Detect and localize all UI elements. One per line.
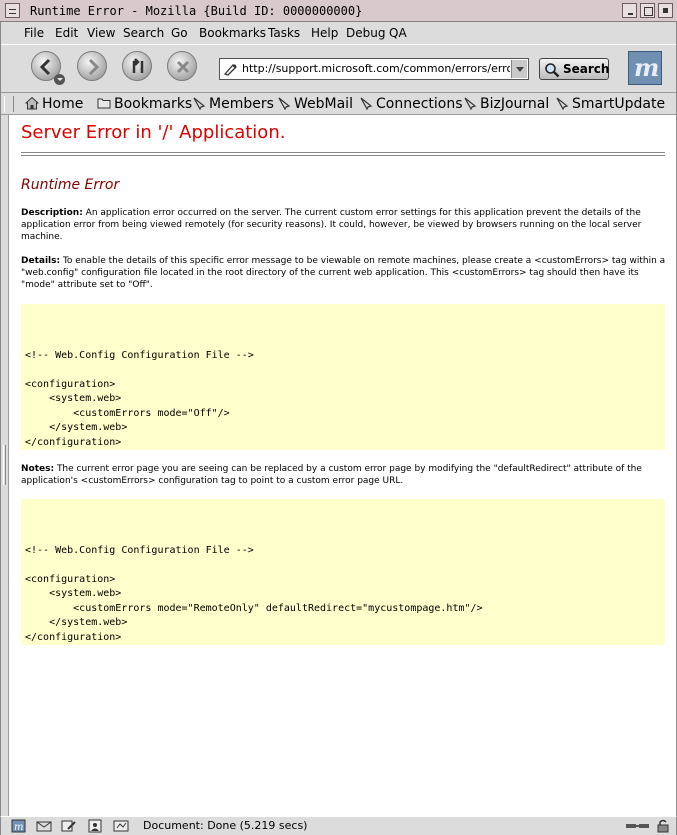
page-title: Server Error in '/' Application. xyxy=(21,122,286,143)
back-history-dropdown[interactable] xyxy=(54,74,65,85)
close-window-button[interactable] xyxy=(658,3,673,18)
toolbar-bizjournal-label: BizJournal xyxy=(480,96,550,112)
details-paragraph: Details: To enable the details of this s… xyxy=(21,255,667,291)
svg-text:m: m xyxy=(14,822,23,833)
toolbar-members-button[interactable]: Members xyxy=(192,95,274,113)
error-subtitle: Runtime Error xyxy=(21,177,120,193)
page-proxy-icon[interactable] xyxy=(223,62,239,76)
forward-arrow-icon xyxy=(88,58,100,76)
menu-bar: File Edit View Search Go Bookmarks Tasks… xyxy=(1,22,676,44)
toolbar-bizjournal-button[interactable]: BizJournal xyxy=(463,95,549,113)
window-menu-button[interactable] xyxy=(5,3,20,18)
window-title-bar: Runtime Error - Mozilla {Build ID: 00000… xyxy=(0,0,677,22)
notes-text: The current error page you are seeing ca… xyxy=(21,464,642,486)
menu-file[interactable]: File xyxy=(24,25,44,41)
mozilla-small-icon[interactable]: m xyxy=(11,819,27,833)
forward-button[interactable] xyxy=(77,51,107,81)
notes-paragraph: Notes: The current error page you are se… xyxy=(21,463,667,487)
online-status-icon[interactable] xyxy=(625,821,651,831)
bookmark-link-icon xyxy=(193,97,206,110)
window-title: Runtime Error - Mozilla {Build ID: 00000… xyxy=(30,4,363,18)
title-divider xyxy=(21,152,665,156)
description-label: Description: xyxy=(21,208,83,218)
security-lock-icon[interactable] xyxy=(656,819,670,833)
personal-toolbar: Home Bookmarks Members WebMail Connectio… xyxy=(1,92,676,115)
mail-icon[interactable] xyxy=(36,819,52,833)
details-text: To enable the details of this specific e… xyxy=(21,256,666,290)
description-text: An application error occurred on the ser… xyxy=(21,208,642,242)
toolbar-home-label: Home xyxy=(42,96,84,112)
bookmark-link-icon xyxy=(360,97,373,110)
toolbar-connections-button[interactable]: Connections xyxy=(359,95,463,113)
url-history-dropdown[interactable] xyxy=(511,60,527,78)
browser-chrome: File Edit View Search Go Bookmarks Tasks… xyxy=(0,22,677,115)
menu-edit[interactable]: Edit xyxy=(55,25,78,41)
url-bar[interactable] xyxy=(219,58,529,80)
url-input[interactable] xyxy=(242,61,510,77)
toolbar-smartupdate-label: SmartUpdate xyxy=(572,96,666,112)
home-icon xyxy=(25,96,39,110)
search-button[interactable]: Search xyxy=(539,58,609,80)
chat-icon[interactable] xyxy=(113,819,129,833)
composer-icon[interactable] xyxy=(61,819,77,833)
toolbar-connections-label: Connections xyxy=(376,96,463,112)
stop-icon xyxy=(176,60,190,74)
menu-bookmarks[interactable]: Bookmarks xyxy=(199,25,266,41)
notes-label: Notes: xyxy=(21,464,55,474)
toolbar-bookmarks-label: Bookmarks xyxy=(114,96,193,112)
toolbar-grippy[interactable] xyxy=(4,96,14,112)
minimize-button[interactable] xyxy=(622,3,637,18)
navigation-toolbar: Search m xyxy=(1,44,676,92)
reload-button[interactable] xyxy=(122,51,152,81)
mozilla-logo[interactable]: m xyxy=(628,51,662,85)
toolbar-members-label: Members xyxy=(209,96,274,112)
status-bar: m Document: Done (5.219 secs) xyxy=(0,816,677,835)
bookmark-link-icon xyxy=(278,97,291,110)
bookmark-link-icon xyxy=(464,97,477,110)
status-text: Document: Done (5.219 secs) xyxy=(143,819,308,832)
menu-debug[interactable]: Debug xyxy=(346,25,385,41)
details-label: Details: xyxy=(21,256,61,266)
menu-view[interactable]: View xyxy=(87,25,115,41)
config-code-block-off: <!-- Web.Config Configuration File --> <… xyxy=(21,304,665,450)
address-book-icon[interactable] xyxy=(87,819,103,833)
toolbar-home-button[interactable]: Home xyxy=(25,95,83,113)
search-icon xyxy=(545,63,560,78)
menu-tasks[interactable]: Tasks xyxy=(268,25,300,41)
description-paragraph: Description: An application error occurr… xyxy=(21,207,667,243)
toolbar-bookmarks-button[interactable]: Bookmarks xyxy=(97,95,192,113)
back-button[interactable] xyxy=(31,51,65,85)
bookmark-link-icon xyxy=(556,97,569,110)
toolbar-webmail-button[interactable]: WebMail xyxy=(277,95,353,113)
folder-icon xyxy=(97,98,111,109)
menu-search[interactable]: Search xyxy=(123,25,164,41)
toolbar-webmail-label: WebMail xyxy=(294,96,353,112)
menu-qa[interactable]: QA xyxy=(389,25,407,41)
menu-go[interactable]: Go xyxy=(171,25,188,41)
sidebar-handle[interactable] xyxy=(0,115,8,816)
maximize-button[interactable] xyxy=(640,3,655,18)
page-content: Server Error in '/' Application. Runtime… xyxy=(8,115,676,816)
toolbar-smartupdate-button[interactable]: SmartUpdate xyxy=(555,95,665,113)
back-arrow-icon xyxy=(39,58,51,76)
menu-help[interactable]: Help xyxy=(311,25,338,41)
stop-button[interactable] xyxy=(167,51,197,81)
config-code-block-remoteonly: <!-- Web.Config Configuration File --> <… xyxy=(21,499,665,645)
search-button-label: Search xyxy=(563,62,610,76)
reload-icon xyxy=(132,58,144,73)
